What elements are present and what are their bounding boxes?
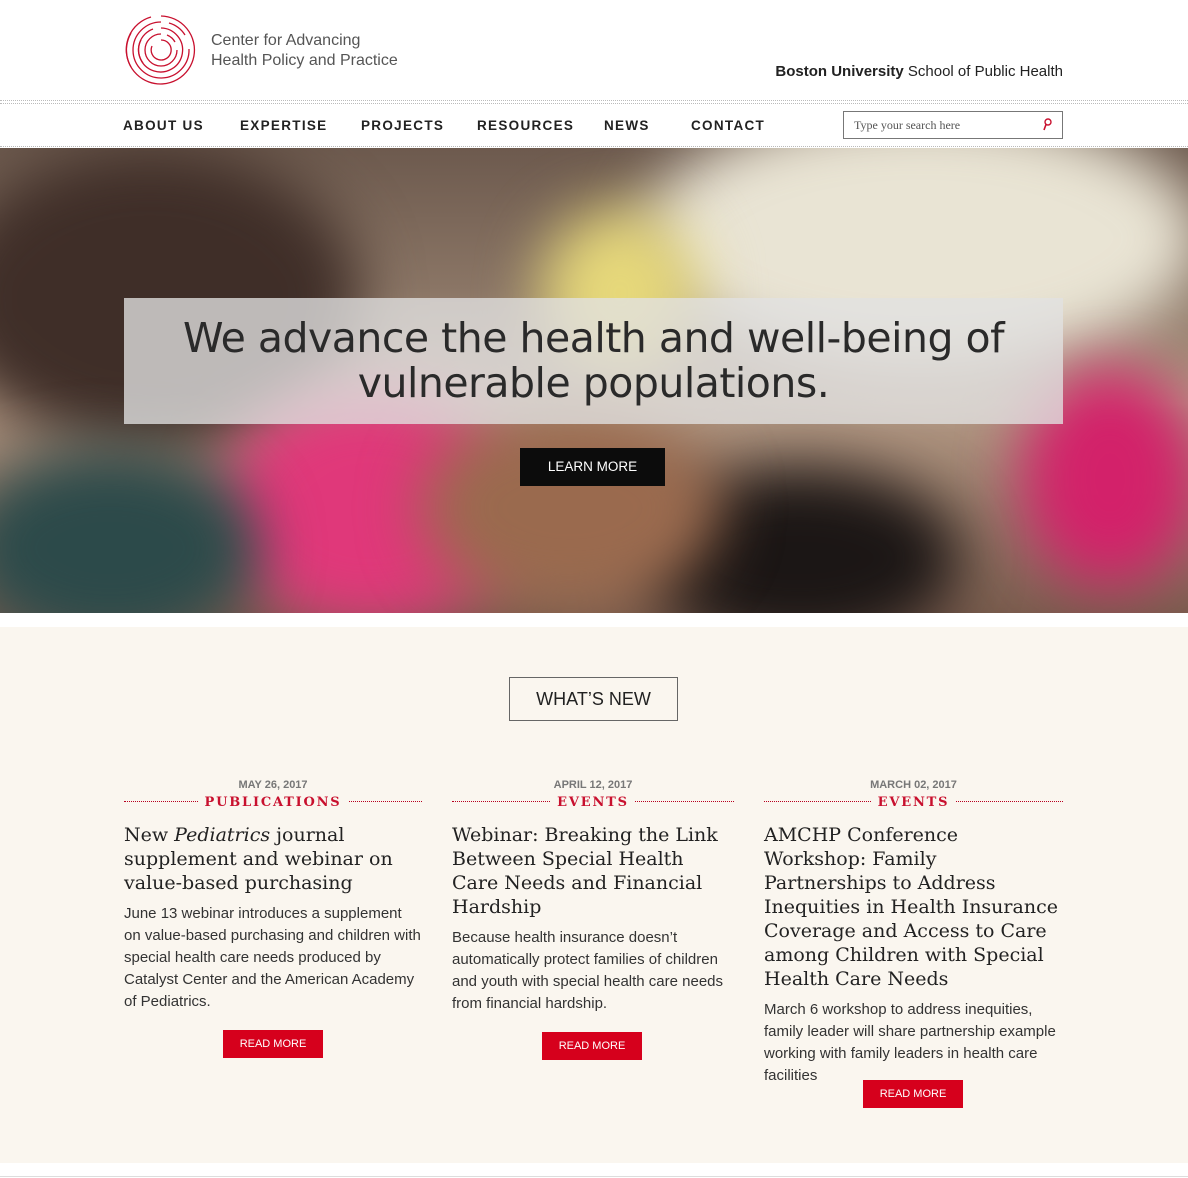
card-date: MAY 26, 2017 — [238, 779, 308, 791]
card-summary: June 13 webinar introduces a supplement … — [124, 905, 421, 1010]
hero-headline: We advance the health and well-being of … — [124, 316, 1063, 406]
card-category-label[interactable]: PUBLICATIONS — [198, 795, 348, 810]
card-category-label[interactable]: EVENTS — [871, 795, 956, 810]
nav-item-news[interactable]: NEWS — [604, 118, 650, 133]
hero-bg-table — [420, 408, 720, 608]
read-more-button-3[interactable]: READ MORE — [863, 1080, 963, 1108]
whats-new-heading: WHAT’S NEW — [509, 677, 678, 721]
card-title-pre: New — [124, 824, 175, 846]
site-name[interactable]: Center for Advancing Health Policy and P… — [211, 31, 398, 71]
hero-banner: We advance the health and well-being of … — [0, 148, 1188, 613]
whats-new-section: WHAT’S NEW MAY 26, 2017 PUBLICATIONS New… — [0, 627, 1188, 1163]
news-card-3: MARCH 02, 2017 EVENTS AMCHP Conference W… — [764, 777, 1063, 1087]
card-title[interactable]: New Pediatrics journal supplement and we… — [124, 823, 422, 895]
site-name-line1: Center for Advancing — [211, 32, 361, 49]
news-card-1: MAY 26, 2017 PUBLICATIONS New Pediatrics… — [124, 777, 422, 1013]
search-input[interactable] — [844, 112, 1034, 138]
read-more-button-1[interactable]: READ MORE — [223, 1030, 323, 1058]
card-title[interactable]: AMCHP Conference Workshop: Family Partne… — [764, 823, 1063, 991]
card-title-italic: Pediatrics — [174, 824, 271, 846]
card-summary: March 6 workshop to address inequities, … — [764, 1001, 1056, 1084]
read-more-button-2[interactable]: READ MORE — [542, 1032, 642, 1060]
learn-more-button[interactable]: LEARN MORE — [520, 448, 665, 486]
footer-divider — [0, 1176, 1188, 1177]
hero-bg-teal — [0, 448, 260, 613]
card-title[interactable]: Webinar: Breaking the Link Between Speci… — [452, 823, 734, 919]
search-icon[interactable] — [1042, 118, 1052, 132]
card-category-label[interactable]: EVENTS — [551, 795, 635, 810]
news-card-2: APRIL 12, 2017 EVENTS Webinar: Breaking … — [452, 777, 734, 1015]
card-date: APRIL 12, 2017 — [553, 779, 633, 791]
school-name: School of Public Health — [903, 63, 1063, 80]
university-link[interactable]: Boston University School of Public Healt… — [775, 63, 1063, 80]
search-box — [843, 111, 1063, 139]
nav-item-resources[interactable]: RESOURCES — [477, 118, 574, 133]
card-category: PUBLICATIONS — [124, 793, 422, 811]
nav-item-expertise[interactable]: EXPERTISE — [240, 118, 327, 133]
university-name: Boston University — [775, 63, 904, 80]
hero-headline-line1: We advance the health and well-being of — [182, 314, 1005, 362]
site-name-line2: Health Policy and Practice — [211, 52, 398, 69]
card-category: EVENTS — [764, 793, 1063, 811]
hero-headline-line2: vulnerable populations. — [357, 359, 830, 407]
nav-item-about-us[interactable]: ABOUT US — [123, 118, 204, 133]
logo-icon[interactable] — [123, 13, 199, 87]
hero-headline-panel: We advance the health and well-being of … — [124, 298, 1063, 424]
nav-item-projects[interactable]: PROJECTS — [361, 118, 444, 133]
site-header: Center for Advancing Health Policy and P… — [0, 0, 1188, 101]
card-category: EVENTS — [452, 793, 734, 811]
card-summary: Because health insurance doesn’t automat… — [452, 929, 724, 1012]
card-date: MARCH 02, 2017 — [870, 779, 957, 791]
main-nav: ABOUT US EXPERTISE PROJECTS RESOURCES NE… — [0, 104, 1188, 147]
nav-item-contact[interactable]: CONTACT — [691, 118, 765, 133]
